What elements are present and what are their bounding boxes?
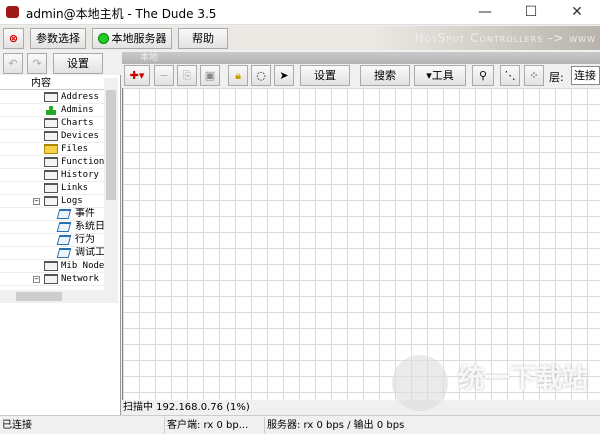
layer-select[interactable]: 连接 xyxy=(571,66,600,85)
tree-item[interactable]: Devices xyxy=(0,130,104,143)
app-icon xyxy=(6,6,19,18)
tree-item-label: 行为 xyxy=(75,234,95,245)
tree-item-label: Network Maps xyxy=(61,274,104,284)
tree-item-label: Devices xyxy=(61,131,99,141)
lock-icon[interactable]: 🔒︎ xyxy=(228,65,248,86)
tools-button[interactable]: ▾工具 xyxy=(414,65,466,86)
layer-label: 层: xyxy=(549,71,564,84)
tree-item-label: Functions xyxy=(61,157,104,167)
tree-item[interactable]: Admins xyxy=(0,104,104,117)
help-button[interactable]: 帮助 xyxy=(178,28,228,49)
tree-header[interactable]: 内容 xyxy=(0,77,118,90)
tree-item-label: Files xyxy=(61,144,89,154)
window-title: admin@本地主机 - The Dude 3.5 xyxy=(26,7,217,21)
tree-item-label: Admins xyxy=(61,105,94,115)
scan-status: 扫描中 192.168.0.76 (1%) xyxy=(122,400,600,415)
left-toolbar: ↶ ↷ 设置 xyxy=(0,50,121,75)
tree-item[interactable]: 调试工具 xyxy=(0,247,104,260)
table-icon xyxy=(44,118,58,128)
map-canvas[interactable] xyxy=(122,88,600,400)
tree-item[interactable]: − Logs xyxy=(0,195,104,208)
folder-icon xyxy=(44,144,58,154)
tree-item[interactable]: 行为 xyxy=(0,234,104,247)
collapse-icon[interactable]: − xyxy=(33,198,40,205)
tree-item[interactable]: History xyxy=(0,169,104,182)
tree-item[interactable]: 事件 xyxy=(0,208,104,221)
watermark: 统一下载站 xyxy=(457,364,588,394)
tree-item[interactable]: Functions xyxy=(0,156,104,169)
circle-layout-icon[interactable]: ⁘ xyxy=(524,65,544,86)
undo-icon[interactable]: ↶ xyxy=(3,53,23,74)
tree-item-label: Logs xyxy=(61,196,83,206)
table-icon xyxy=(44,196,58,206)
copy-icon[interactable]: ⎘ xyxy=(177,65,197,86)
status-bar: 已连接 客户端: rx 0 bp... 服务器: rx 0 bps / 输出 0… xyxy=(0,415,600,433)
remove-icon[interactable]: − xyxy=(154,65,174,86)
table-icon xyxy=(44,92,58,102)
search-button[interactable]: 搜索 xyxy=(360,65,410,86)
tree-item-label: Mib Nodes xyxy=(61,261,104,271)
map-settings-button[interactable]: 设置 xyxy=(300,65,350,86)
tree-item-label: History xyxy=(61,170,99,180)
tree-item-label: Address xyxy=(61,92,99,102)
tree-item[interactable]: Charts xyxy=(0,117,104,130)
left-panel: ↶ ↷ 设置 内容 Address Admins Charts Devices File… xyxy=(0,50,121,415)
redo-icon[interactable]: ↷ xyxy=(27,53,47,74)
table-icon xyxy=(44,274,58,284)
left-settings-button[interactable]: 设置 xyxy=(53,53,103,74)
tree-header-label: 内容 xyxy=(31,78,51,89)
preferences-button[interactable]: 参数选择 xyxy=(30,28,86,49)
vertical-scrollbar[interactable] xyxy=(104,78,118,290)
scroll-thumb[interactable] xyxy=(106,90,116,200)
horizontal-scrollbar[interactable] xyxy=(0,290,118,303)
close-button[interactable]: ✕ xyxy=(554,0,600,25)
map-toolbar: ✚▾ − ⎘ ▣ 🔒︎ ◌ ➤ 设置 搜索 ▾工具 ⚲ ⋱ ⁘ 层: 连接 xyxy=(122,64,600,88)
disconnect-icon[interactable]: ⊗ xyxy=(3,28,24,49)
collapse-icon[interactable]: − xyxy=(33,276,40,283)
watermark-logo xyxy=(392,355,448,411)
table-icon xyxy=(44,261,58,271)
tree-item-label: 调试工具 xyxy=(75,247,104,258)
paste-icon[interactable]: ▣ xyxy=(200,65,220,86)
tree-item-label: 系统日志 xyxy=(75,221,104,232)
tree-item[interactable]: 系统日志 xyxy=(0,221,104,234)
hotspot-banner[interactable]: HotSpot Controllers -> www xyxy=(370,26,600,50)
log-icon xyxy=(56,209,72,219)
tree-item[interactable]: Links xyxy=(0,182,104,195)
log-icon xyxy=(56,222,72,232)
tree-item-label: Charts xyxy=(61,118,94,128)
tree-item[interactable]: Mib Nodes xyxy=(0,260,104,273)
map-header: 本地 xyxy=(122,52,600,64)
pointer-icon[interactable]: ➤ xyxy=(274,65,294,86)
tree-item[interactable]: Files xyxy=(0,143,104,156)
log-icon xyxy=(56,248,72,258)
hscroll-thumb[interactable] xyxy=(16,292,62,301)
minimize-button[interactable]: — xyxy=(462,0,508,25)
binoculars-icon[interactable]: ⚲ xyxy=(472,65,494,86)
tree-item-label: Links xyxy=(61,183,89,193)
add-icon[interactable]: ✚▾ xyxy=(124,65,150,86)
user-icon xyxy=(46,105,56,115)
table-icon xyxy=(44,131,58,141)
server-traffic: 服务器: rx 0 bps / 输出 0 bps xyxy=(264,417,404,433)
tree-item-label: 事件 xyxy=(75,208,95,219)
main-toolbar: ⊗ 参数选择 本地服务器 帮助 HotSpot Controllers -> w… xyxy=(0,26,600,50)
client-traffic: 客户端: rx 0 bp... xyxy=(164,417,264,433)
local-server-button[interactable]: 本地服务器 xyxy=(92,28,172,49)
maximize-button[interactable]: ☐ xyxy=(508,0,554,25)
log-icon xyxy=(56,235,72,245)
table-icon xyxy=(44,157,58,167)
local-server-label: 本地服务器 xyxy=(111,32,167,45)
line-layout-icon[interactable]: ⋱ xyxy=(500,65,520,86)
tree-item[interactable]: Address xyxy=(0,91,104,104)
title-bar: admin@本地主机 - The Dude 3.5 — ☐ ✕ xyxy=(0,0,600,25)
table-icon xyxy=(44,170,58,180)
tree-item[interactable]: − Network Maps xyxy=(0,273,104,286)
lasso-icon[interactable]: ◌ xyxy=(251,65,271,86)
status-dot-icon xyxy=(98,33,109,44)
table-icon xyxy=(44,183,58,193)
connection-status: 已连接 xyxy=(2,420,32,431)
